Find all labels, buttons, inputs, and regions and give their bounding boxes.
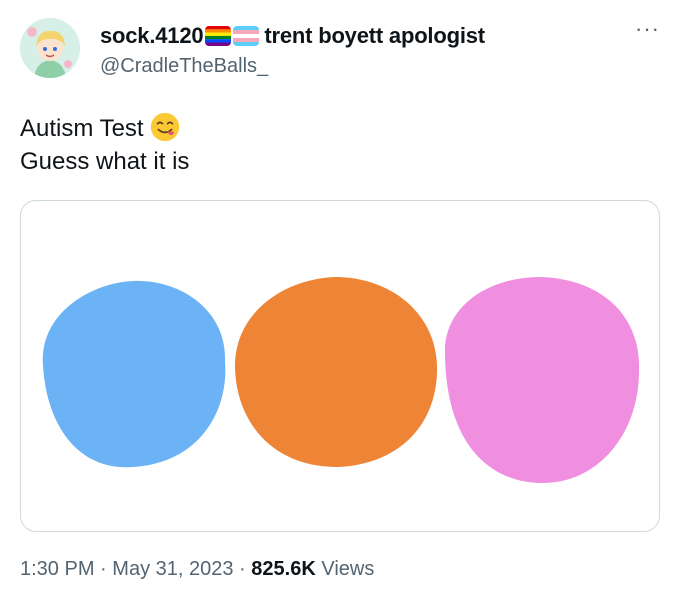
blue-blob [42, 280, 226, 468]
display-name[interactable]: sock.4120 [100, 23, 204, 49]
tweet-text-autism-test: Autism Test [20, 115, 144, 142]
tweet-text-line-1: Autism Test [20, 112, 189, 145]
tweet-text: Autism Test Guess what it is [20, 112, 189, 178]
author-name-row[interactable]: sock.4120 trent boyett apologist [100, 22, 485, 50]
meta-separator-2: · [239, 558, 246, 580]
orange-blob [234, 277, 438, 467]
tweet-text-line-2: Guess what it is [20, 148, 190, 175]
tweet-time[interactable]: 1:30 PM [20, 558, 94, 580]
views-label: Views [321, 558, 375, 580]
avatar-image [20, 18, 80, 78]
transgender-flag-icon [233, 26, 260, 46]
meta-separator-1: · [100, 558, 107, 580]
views-count: 825.6K [251, 558, 316, 580]
color-blobs-image [42, 277, 640, 483]
tweet-meta: 1:30 PM · May 31, 2023 · 825.6K Views [20, 558, 374, 581]
tweet-image[interactable] [20, 200, 660, 532]
more-options-icon[interactable]: ··· [635, 18, 660, 40]
tweet-date[interactable]: May 31, 2023 [112, 558, 233, 580]
rainbow-pride-flag-icon [205, 26, 232, 46]
handle[interactable]: @CradleTheBalls_ [100, 55, 268, 78]
face-savoring-food-emoji [150, 112, 179, 142]
display-name-suffix[interactable]: trent boyett apologist [264, 23, 485, 49]
pink-blob [445, 277, 640, 483]
avatar[interactable] [20, 18, 80, 78]
